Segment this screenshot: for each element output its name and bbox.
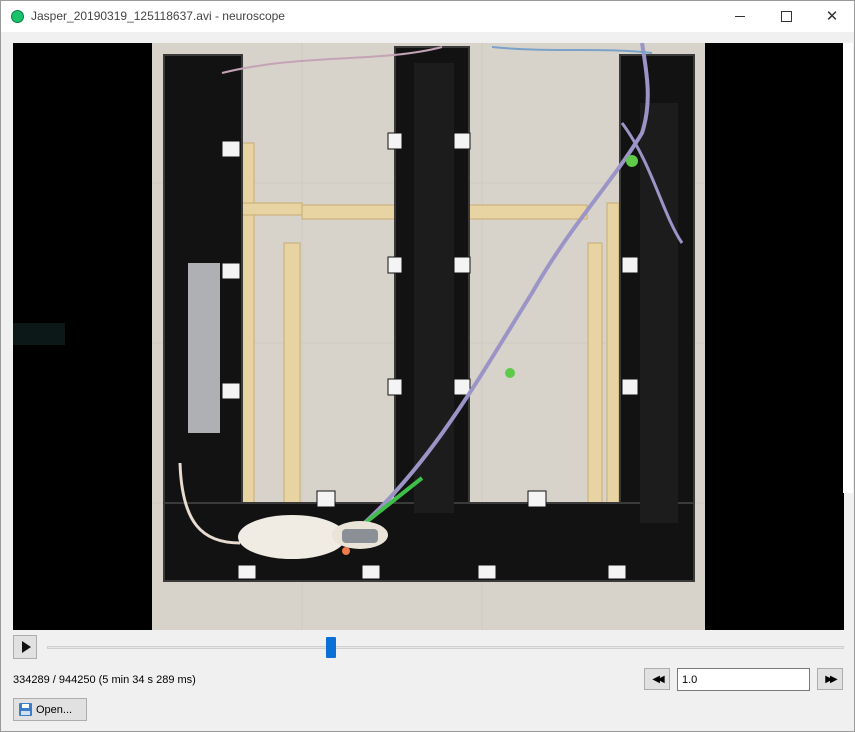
video-frame (152, 42, 705, 630)
fast-forward-icon: ▶▶ (825, 673, 838, 685)
app-window: Jasper_20190319_125118637.avi - neurosco… (0, 0, 855, 732)
video-frame-image (152, 42, 705, 630)
maximize-button[interactable] (763, 1, 809, 32)
speed-input[interactable] (677, 668, 810, 691)
play-icon (21, 641, 31, 653)
right-edge-strip (843, 43, 853, 493)
video-edge-artifact (13, 323, 65, 345)
playback-bar (13, 635, 844, 663)
save-disk-icon (19, 703, 32, 716)
fast-forward-button[interactable]: ▶▶ (817, 668, 843, 690)
maximize-icon (780, 11, 792, 22)
seek-slider-thumb[interactable] (326, 637, 336, 658)
minimize-button[interactable] (717, 1, 763, 32)
video-display (13, 42, 844, 630)
title-bar: Jasper_20190319_125118637.avi - neurosco… (1, 1, 854, 32)
close-icon: ✕ (825, 8, 839, 25)
open-button-label: Open... (36, 703, 73, 716)
rewind-icon: ◀◀ (652, 673, 665, 685)
close-button[interactable]: ✕ (809, 1, 855, 32)
window-title: Jasper_20190319_125118637.avi - neurosco… (31, 9, 285, 23)
seek-slider[interactable] (47, 637, 844, 658)
open-button[interactable]: Open... (13, 698, 87, 721)
rewind-button[interactable]: ◀◀ (644, 668, 670, 690)
position-readout: 334289 / 944250 (5 min 34 s 289 ms) (13, 674, 196, 686)
app-status-icon (11, 10, 24, 23)
play-button[interactable] (13, 635, 37, 659)
minimize-icon (735, 16, 745, 17)
